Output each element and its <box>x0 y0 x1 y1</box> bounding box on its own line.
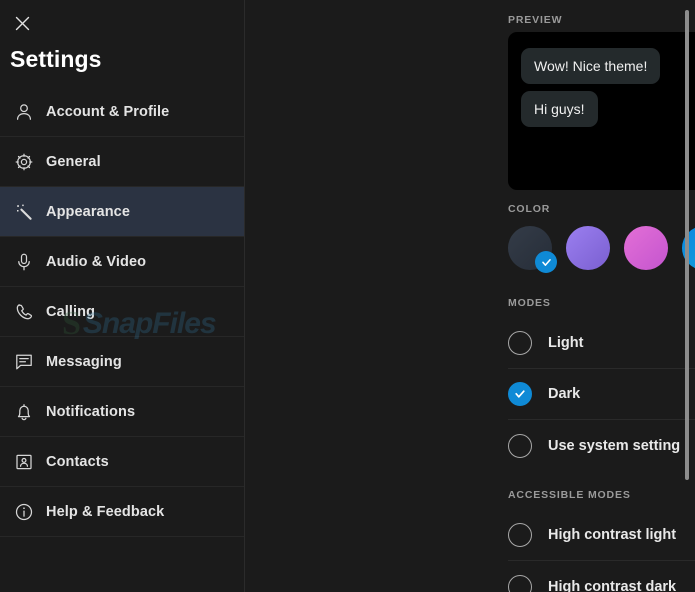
radio-button-selected[interactable] <box>508 382 532 406</box>
accessible-modes-radio-group: High contrast light High contrast dark <box>508 510 695 592</box>
sidebar-item-contacts[interactable]: Contacts <box>0 437 244 487</box>
color-swatch-slate[interactable] <box>508 226 557 273</box>
mode-option-light[interactable]: Light <box>508 318 695 369</box>
sidebar-item-label: Contacts <box>46 453 109 470</box>
sidebar-item-label: Help & Feedback <box>46 503 165 520</box>
theme-preview: Wow! Nice theme! Hi guys! This is my fav… <box>508 32 695 190</box>
color-swatch-row <box>508 226 695 273</box>
mode-option-dark[interactable]: Dark <box>508 369 695 420</box>
close-button[interactable] <box>6 8 38 38</box>
vertical-scrollbar[interactable] <box>682 0 691 592</box>
mode-option-label: Light <box>548 335 584 351</box>
chat-bubble-icon <box>8 346 40 378</box>
scrollbar-thumb[interactable] <box>685 10 689 480</box>
contact-card-icon <box>8 446 40 478</box>
settings-window: Settings Account & Profile General Appea… <box>0 0 695 592</box>
accessible-option-high-contrast-dark[interactable]: High contrast dark <box>508 561 695 592</box>
page-title: Settings <box>10 46 102 72</box>
microphone-icon <box>8 246 40 278</box>
preview-message-incoming: Wow! Nice theme! <box>521 48 661 84</box>
sidebar-item-label: Notifications <box>46 403 136 420</box>
magic-wand-icon <box>8 196 40 228</box>
sidebar-item-account-profile[interactable]: Account & Profile <box>0 87 244 137</box>
preview-section-label: PREVIEW <box>508 14 563 26</box>
close-icon <box>14 15 31 32</box>
phone-icon <box>8 296 40 328</box>
check-icon <box>535 251 557 273</box>
sidebar-item-label: General <box>46 153 101 170</box>
accessible-option-high-contrast-light[interactable]: High contrast light <box>508 510 695 561</box>
bell-icon <box>8 396 40 428</box>
sidebar-item-label: Audio & Video <box>46 253 147 270</box>
modes-radio-group: Light Dark Use system setting <box>508 318 695 471</box>
sidebar-nav: Account & Profile General Appearance Aud… <box>0 87 244 537</box>
radio-button[interactable] <box>508 331 532 355</box>
color-swatch-magenta[interactable] <box>624 226 668 270</box>
sidebar-item-label: Messaging <box>46 353 122 370</box>
sidebar-item-label: Appearance <box>46 203 131 220</box>
modes-section-label: MODES <box>508 297 551 309</box>
sidebar-item-calling[interactable]: Calling <box>0 287 244 337</box>
radio-button[interactable] <box>508 523 532 547</box>
sidebar-item-notifications[interactable]: Notifications <box>0 387 244 437</box>
accessible-option-label: High contrast dark <box>548 578 677 592</box>
sidebar-item-audio-video[interactable]: Audio & Video <box>0 237 244 287</box>
sidebar-item-label: Calling <box>46 303 96 320</box>
preview-message-incoming: Hi guys! <box>521 91 598 127</box>
person-icon <box>8 96 40 128</box>
gear-icon <box>8 146 40 178</box>
sidebar-item-general[interactable]: General <box>0 137 244 187</box>
mode-option-label: Dark <box>548 386 581 402</box>
accessible-modes-section-label: ACCESSIBLE MODES <box>508 489 631 501</box>
info-circle-icon <box>8 496 40 528</box>
settings-sidebar: Settings Account & Profile General Appea… <box>0 0 245 592</box>
mode-option-label: Use system setting <box>548 437 681 454</box>
color-swatch-purple[interactable] <box>566 226 610 270</box>
sidebar-item-label: Account & Profile <box>46 103 170 120</box>
appearance-panel: PREVIEW Wow! Nice theme! Hi guys! This i… <box>245 0 695 592</box>
radio-button[interactable] <box>508 574 532 592</box>
radio-button[interactable] <box>508 433 532 458</box>
mode-option-use-system-setting[interactable]: Use system setting <box>508 420 695 471</box>
sidebar-item-help-feedback[interactable]: Help & Feedback <box>0 487 244 537</box>
sidebar-item-appearance[interactable]: Appearance <box>0 187 244 237</box>
accessible-option-label: High contrast light <box>548 527 677 543</box>
color-section-label: COLOR <box>508 203 551 215</box>
sidebar-item-messaging[interactable]: Messaging <box>0 337 244 387</box>
